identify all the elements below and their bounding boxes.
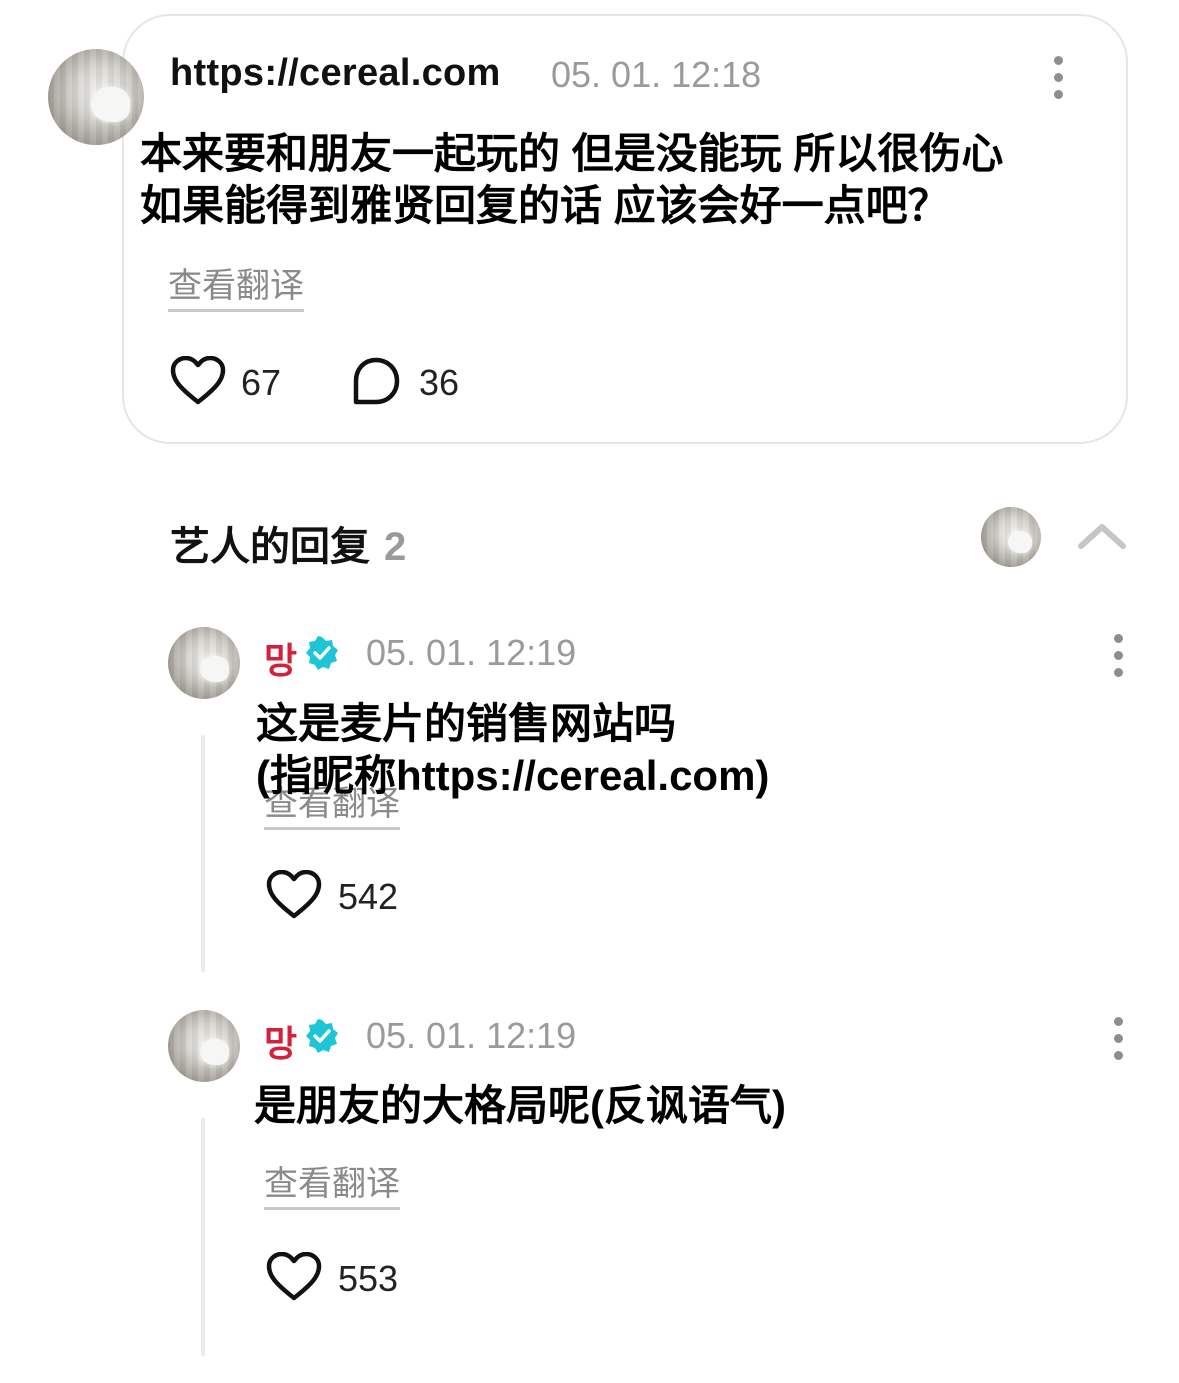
post-like-count: 67 [241, 362, 282, 403]
reply-like-button[interactable]: 553 [266, 1250, 426, 1304]
reply-text-line1: 是朋友的大格局呢(反讽语气) [254, 1082, 786, 1129]
verified-badge-icon [306, 1019, 338, 1053]
artist-replies-title: 艺人的回复 [170, 525, 370, 569]
reply-more-options-icon[interactable] [1114, 1017, 1124, 1068]
reply-author-name[interactable]: 망 [264, 632, 297, 684]
reply-avatar[interactable] [168, 1010, 240, 1082]
post-author-name[interactable]: https://cereal.com [170, 52, 501, 95]
reply-thread-line [201, 735, 205, 972]
artist-avatar-small [981, 507, 1041, 567]
reply-translate-link[interactable]: 查看翻译 [264, 1156, 400, 1210]
post-more-options-icon[interactable] [1054, 56, 1064, 107]
post-text-line2: 如果能得到雅贤回复的话 应该会好一点吧？ [140, 182, 950, 229]
artist-replies-count: 2 [384, 525, 407, 569]
artist-replies-header[interactable]: 艺人的回复 2 [170, 514, 406, 572]
reply-like-count: 553 [338, 1258, 399, 1299]
verified-badge-icon [306, 636, 338, 670]
reply-more-options-icon[interactable] [1114, 634, 1124, 685]
post-author-avatar[interactable] [48, 49, 144, 145]
post-timestamp: 05. 01. 12:18 [551, 54, 762, 95]
post-comment-count: 36 [419, 362, 460, 403]
reply-timestamp: 05. 01. 12:19 [366, 632, 577, 673]
post-translate-link[interactable]: 查看翻译 [168, 258, 304, 312]
heart-icon [266, 1252, 322, 1301]
heart-icon [266, 870, 322, 919]
reply-thread-line [201, 1118, 205, 1356]
reply-author-name[interactable]: 망 [264, 1015, 297, 1067]
reply-avatar[interactable] [168, 627, 240, 699]
post-comment-button[interactable]: 36 [350, 354, 480, 408]
post-like-button[interactable]: 67 [170, 354, 300, 408]
reply-text-line1: 这是麦片的销售网站吗 [256, 700, 677, 747]
reply-timestamp: 05. 01. 12:19 [366, 1015, 577, 1056]
comment-bubble-icon [353, 357, 400, 405]
post-text-line1: 本来要和朋友一起玩的 但是没能玩 所以很伤心 [140, 130, 1004, 177]
reply-like-button[interactable]: 542 [266, 868, 426, 922]
reply-text-line2: (指昵称https://cereal.com) [256, 752, 770, 799]
reply-like-count: 542 [338, 876, 399, 917]
heart-icon [170, 356, 226, 405]
chevron-up-icon[interactable] [1077, 522, 1127, 552]
